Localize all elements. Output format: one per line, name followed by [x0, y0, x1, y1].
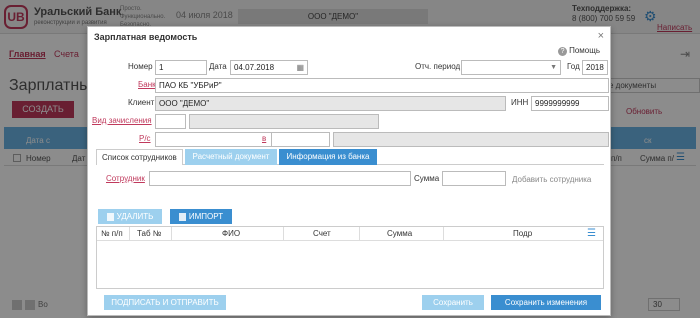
bank-label-link[interactable]: Банк [138, 78, 156, 92]
import-button[interactable]: ИМПОРТ [170, 209, 232, 224]
sign-and-send-button[interactable]: ПОДПИСАТЬ И ОТПРАВИТЬ [104, 295, 226, 310]
year-label: Год [567, 62, 580, 71]
sum-label: Сумма [414, 174, 440, 183]
column-tab-number[interactable]: Таб № [137, 229, 161, 238]
column-department[interactable]: Подр [513, 229, 532, 238]
account-field[interactable] [155, 132, 288, 147]
close-icon[interactable]: × [598, 30, 604, 42]
column-divider [171, 227, 172, 241]
column-divider [283, 227, 284, 241]
payroll-dialog: Зарплатная ведомость × ? Помощь Номер 1 Д… [87, 26, 611, 316]
tab-settlement-document[interactable]: Расчетный документ [185, 149, 277, 165]
import-label: ИМПОРТ [188, 212, 224, 221]
save-button[interactable]: Сохранить [422, 295, 484, 310]
delete-label: УДАЛИТЬ [116, 212, 154, 221]
client-label: Клиент [128, 98, 155, 107]
column-divider [359, 227, 360, 241]
bank-bic-field[interactable] [271, 132, 330, 147]
add-employee-link[interactable]: Добавить сотрудника [512, 175, 591, 184]
delete-button[interactable]: УДАЛИТЬ [98, 209, 162, 224]
column-row-number[interactable]: № п/п [101, 229, 123, 238]
employees-table: № п/п Таб № ФИО Счет Сумма Подр ☰ [96, 226, 604, 289]
tab-employees[interactable]: Список сотрудников [96, 149, 183, 165]
transfer-type-link[interactable]: Вид зачисления [92, 114, 152, 128]
file-icon [178, 212, 186, 221]
period-label: Отч. период [415, 62, 461, 71]
column-full-name[interactable]: ФИО [222, 229, 240, 238]
date-label: Дата [209, 62, 227, 71]
column-sum[interactable]: Сумма [387, 229, 412, 238]
bank-name-field [333, 132, 609, 147]
help-label: Помощь [569, 46, 600, 55]
transfer-type-code-field[interactable] [155, 114, 186, 129]
inn-field[interactable]: 9999999999 [531, 96, 609, 111]
chevron-down-icon: ▼ [550, 64, 557, 71]
transfer-type-name-field [189, 114, 379, 129]
column-account[interactable]: Счет [313, 229, 331, 238]
number-field[interactable]: 1 [155, 60, 207, 75]
client-field: ООО "ДЕМО" [155, 96, 506, 111]
columns-icon[interactable]: ☰ [587, 228, 596, 239]
save-changes-button[interactable]: Сохранить изменения [491, 295, 601, 310]
help-icon: ? [558, 47, 568, 56]
trash-icon [106, 212, 114, 221]
employee-field[interactable] [149, 171, 411, 186]
employees-table-header: № п/п Таб № ФИО Счет Сумма Подр ☰ [97, 227, 603, 241]
help-link[interactable]: ? Помощь [558, 46, 600, 56]
column-divider [129, 227, 130, 241]
column-divider [443, 227, 444, 241]
tab-bank-info[interactable]: Информация из банка [279, 149, 377, 165]
date-field[interactable]: 04.07.2018 ▦ [230, 60, 308, 75]
calendar-icon[interactable]: ▦ [296, 61, 304, 74]
number-label: Номер [128, 62, 153, 71]
sum-field[interactable] [442, 171, 506, 186]
year-field[interactable]: 2018 [582, 60, 608, 75]
employee-label-link[interactable]: Сотрудник [106, 172, 145, 186]
date-value: 04.07.2018 [234, 63, 275, 72]
account-label-link[interactable]: Р/с [139, 132, 151, 146]
inn-label: ИНН [511, 98, 529, 107]
period-select[interactable]: ▼ [461, 60, 561, 75]
in-bank-link[interactable]: в [262, 132, 266, 146]
dialog-title: Зарплатная ведомость [94, 32, 198, 42]
bank-field[interactable]: ПАО КБ "УБРиР" [155, 78, 609, 93]
